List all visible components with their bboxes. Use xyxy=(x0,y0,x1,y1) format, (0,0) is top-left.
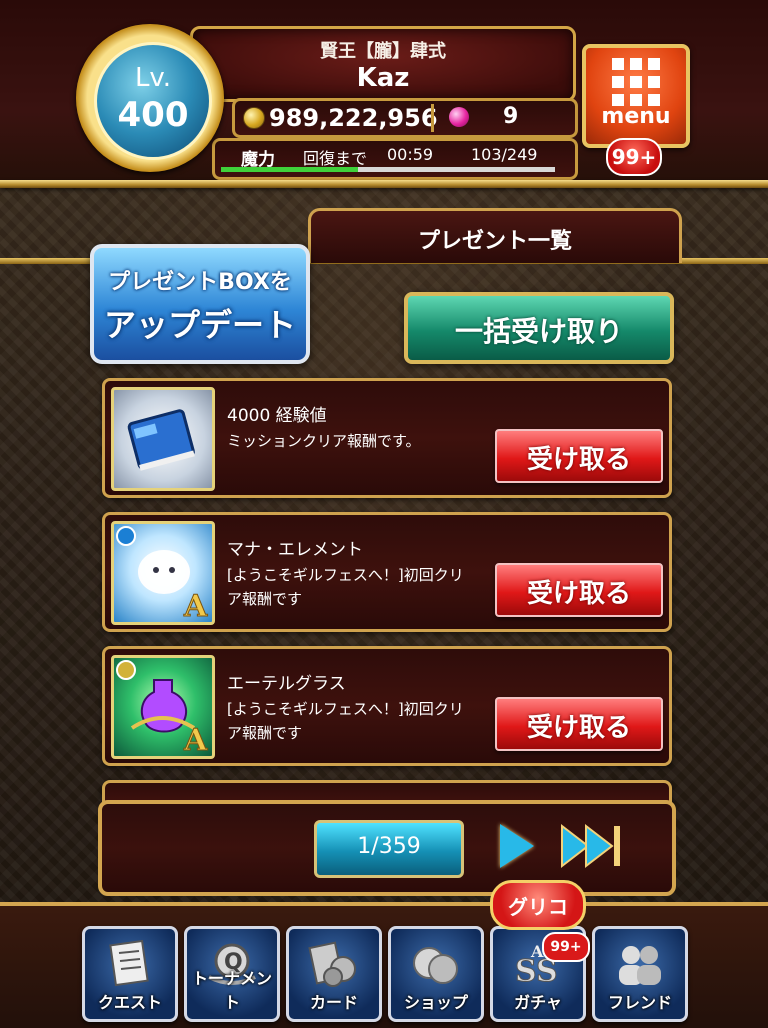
glico-banner[interactable]: グリコ xyxy=(490,880,586,930)
ether-glass-icon: A xyxy=(111,655,215,759)
receive-button[interactable]: 受け取る xyxy=(495,563,663,617)
nav-quest-label: クエスト xyxy=(97,993,162,1012)
page-indicator[interactable]: 1/359 xyxy=(314,820,464,878)
player-name-panel: 賢王【朧】肆式 Kaz xyxy=(190,26,576,102)
mana-element-icon: A xyxy=(111,521,215,625)
receive-button[interactable]: 受け取る xyxy=(495,697,663,751)
glico-label: グリコ xyxy=(508,895,568,919)
level-orb: Lv. 400 xyxy=(94,42,212,160)
level-medal[interactable]: Lv. 400 xyxy=(76,24,224,172)
present-title: エーテルグラス xyxy=(227,674,346,694)
update-button-line2: アップデート xyxy=(103,306,296,344)
next-page-icon[interactable] xyxy=(500,824,534,868)
menu-button[interactable]: menu xyxy=(582,44,690,148)
pagination-bar: 1/359 xyxy=(98,800,676,896)
nav-shop-label: ショップ xyxy=(403,993,468,1012)
present-title: マナ・エレメント xyxy=(227,540,363,560)
nav-shop-button[interactable]: ショップ xyxy=(388,926,484,1022)
header-gold-border xyxy=(0,180,768,188)
receive-button-label: 受け取る xyxy=(526,579,631,609)
page-indicator-text: 1/359 xyxy=(357,834,421,859)
gem-icon xyxy=(449,107,469,127)
present-description: [ようこそギルフェスへ！]初回クリア報酬です xyxy=(227,700,464,742)
recover-label: 回復まで xyxy=(303,149,368,168)
exp-book-icon xyxy=(111,387,215,491)
section-title: プレゼント一覧 xyxy=(417,229,572,254)
receive-button[interactable]: 受け取る xyxy=(495,429,663,483)
section-tab: プレゼント一覧 xyxy=(308,208,682,263)
menu-notification-badge: 99+ xyxy=(606,138,662,176)
cards-icon xyxy=(307,939,361,989)
nav-gacha-label: ガチャ xyxy=(514,993,562,1012)
stamina-bar xyxy=(221,167,555,172)
update-button-line1: プレゼントBOXを xyxy=(108,270,292,295)
friends-icon xyxy=(613,939,667,989)
currency-panel: 989,222,956 9 xyxy=(232,98,578,138)
svg-text:A: A xyxy=(183,723,208,756)
coins-icon xyxy=(409,939,463,989)
nav-card-label: カード xyxy=(309,993,358,1012)
present-item: 4000 経験値 ミッションクリア報酬です。 受け取る xyxy=(102,378,672,498)
gold-coin-icon xyxy=(243,107,265,129)
nav-friend-button[interactable]: フレンド xyxy=(592,926,688,1022)
present-description: ミッションクリア報酬です。 xyxy=(227,432,421,450)
nav-card-button[interactable]: カード xyxy=(286,926,382,1022)
stamina-value: 103/249 xyxy=(471,145,538,164)
player-title: 賢王【朧】肆式 xyxy=(320,41,446,62)
gem-amount: 9 xyxy=(503,104,519,129)
receive-all-label: 一括受け取り xyxy=(454,315,623,348)
player-name: Kaz xyxy=(356,63,410,93)
currency-divider xyxy=(431,104,434,132)
stamina-panel: 魔力 回復まで 00:59 103/249 xyxy=(212,138,578,180)
gacha-notification-badge: 99+ xyxy=(542,932,590,962)
receive-button-label: 受け取る xyxy=(526,445,631,475)
stamina-bar-fill xyxy=(221,167,358,172)
receive-all-button[interactable]: 一括受け取り xyxy=(404,292,674,364)
scroll-icon xyxy=(103,939,157,989)
recover-timer: 00:59 xyxy=(387,145,434,164)
receive-button-label: 受け取る xyxy=(526,713,631,743)
present-item: A エーテルグラス [ようこそギルフェスへ！]初回クリア報酬です 受け取る xyxy=(102,646,672,766)
svg-text:A: A xyxy=(183,589,208,622)
level-value: 400 xyxy=(117,95,189,135)
grid-icon xyxy=(612,58,660,106)
last-page-icon[interactable] xyxy=(560,822,624,870)
nav-quest-button[interactable]: クエスト xyxy=(82,926,178,1022)
nav-tournament-button[interactable]: Q トーナメント xyxy=(184,926,280,1022)
gold-amount: 989,222,956 xyxy=(269,104,438,132)
nav-friend-label: フレンド xyxy=(607,993,672,1012)
menu-label: menu xyxy=(601,104,671,129)
update-present-box-button[interactable]: プレゼントBOXを アップデート xyxy=(90,244,310,364)
level-label: Lv. xyxy=(134,63,172,93)
nav-tournament-label: トーナメント xyxy=(191,969,272,1012)
present-description: [ようこそギルフェスへ！]初回クリア報酬です xyxy=(227,566,464,608)
present-title: 4000 経験値 xyxy=(227,406,327,426)
present-item: A マナ・エレメント [ようこそギルフェスへ！]初回クリア報酬です 受け取る xyxy=(102,512,672,632)
